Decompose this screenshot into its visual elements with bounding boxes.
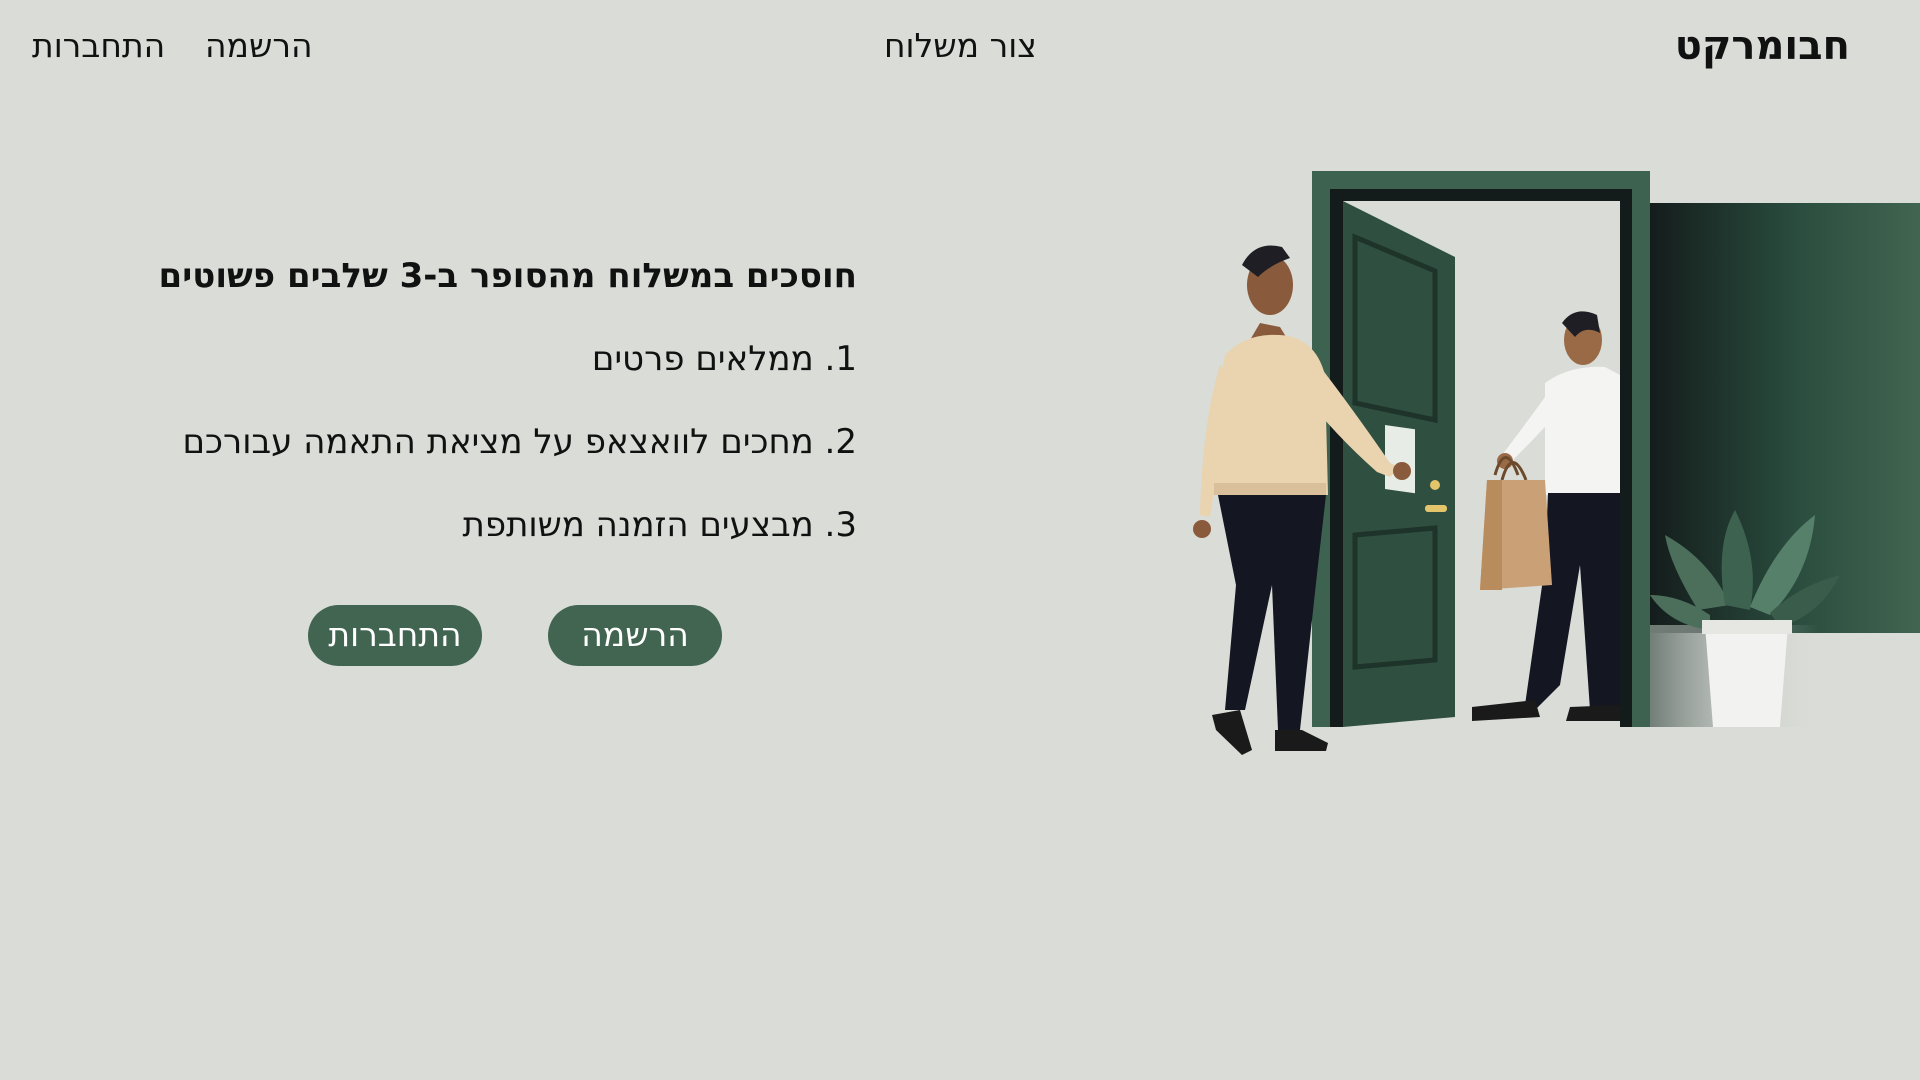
brand-logo[interactable]: חבומרקט bbox=[1675, 20, 1850, 72]
step-3: 3. מבצעים הזמנה משותפת bbox=[462, 505, 857, 545]
step-1: 1. ממלאים פרטים bbox=[591, 339, 857, 379]
step-2: 2. מחכים לוואצאפ על מציאת התאמה עבורכם bbox=[182, 422, 857, 462]
delivery-handoff-illustration bbox=[1193, 171, 1920, 755]
nav-create-delivery-link[interactable]: צור משלוח bbox=[884, 22, 1037, 70]
nav-register-link[interactable]: הרשמה bbox=[205, 22, 313, 70]
login-button[interactable]: התחברות bbox=[308, 605, 482, 666]
page-title: חוסכים במשלוח מהסופר ב-3 שלבים פשוטים bbox=[158, 256, 857, 296]
register-button[interactable]: הרשמה bbox=[548, 605, 722, 666]
door-handle bbox=[1430, 480, 1440, 490]
landing-page: התחברות הרשמה צור משלוח חבומרקט חוסכים ב… bbox=[0, 0, 1920, 1080]
intro-section: חוסכים במשלוח מהסופר ב-3 שלבים פשוטים 1.… bbox=[157, 250, 857, 551]
nav-login-link[interactable]: התחברות bbox=[32, 22, 165, 70]
